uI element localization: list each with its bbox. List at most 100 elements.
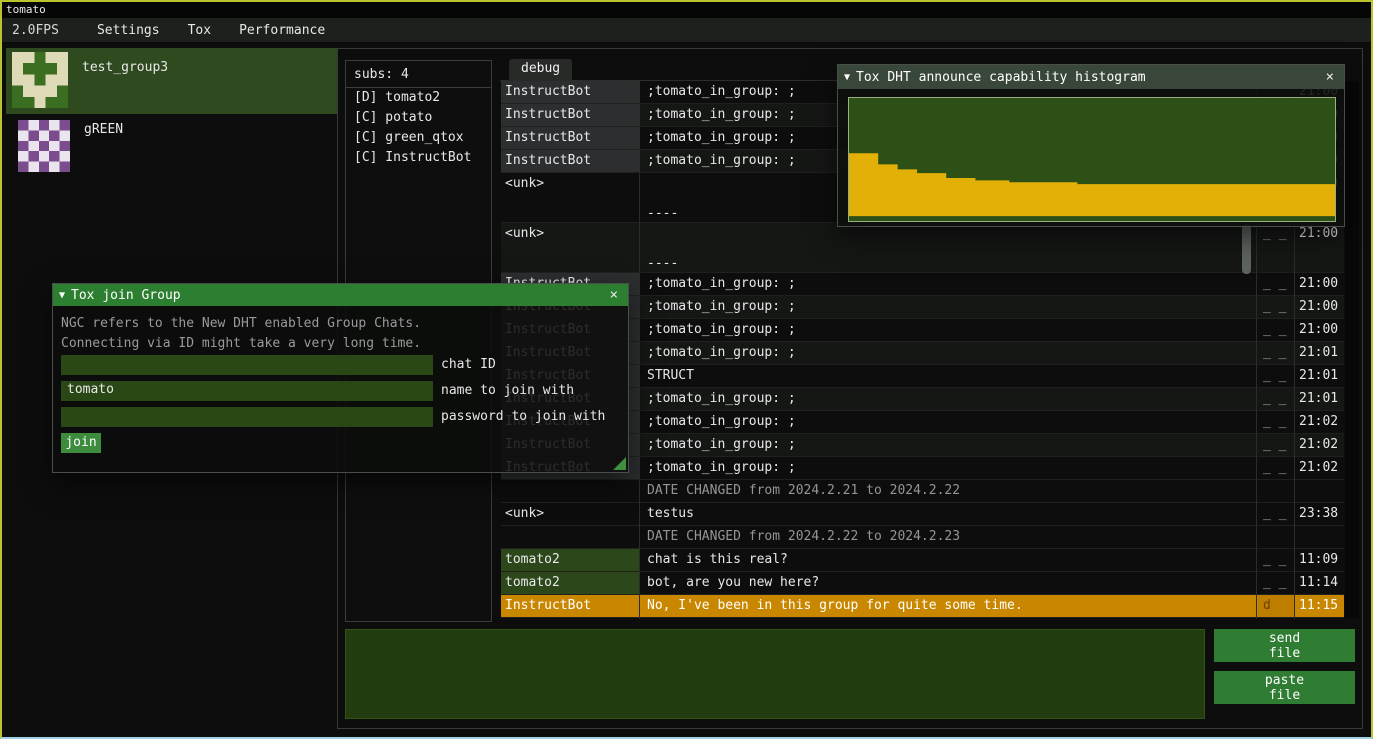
app-window: tomato 2.0FPS Settings Tox Performance t… (0, 0, 1373, 739)
message-time: 23:38 (1296, 503, 1344, 525)
system-row: DATE CHANGED from 2024.2.22 to 2024.2.23 (501, 526, 1344, 549)
message-author: InstructBot (501, 595, 639, 617)
table-row[interactable]: tomato2 chat is this real? _ _ 11:09 (501, 549, 1344, 572)
message-text: ;tomato_in_group: ; (643, 273, 1254, 295)
members-header: subs: 4 (346, 61, 491, 88)
send-file-button[interactable]: send file (1214, 629, 1355, 662)
message-text: bot, are you new here? (643, 572, 1254, 594)
column-divider (639, 81, 640, 619)
message-text: ;tomato_in_group: ; (643, 457, 1254, 479)
group-name: test_group3 (82, 60, 168, 75)
group-avatar-icon (18, 120, 70, 172)
message-text: ;tomato_in_group: ; (643, 296, 1254, 318)
message-flags: _ _ (1258, 572, 1294, 594)
message-flags: _ _ (1258, 503, 1294, 525)
table-row[interactable]: tomato2 bot, are you new here? _ _ 11:14 (501, 572, 1344, 595)
message-text: ;tomato_in_group: ; (643, 411, 1254, 433)
message-text: ;tomato_in_group: ; (643, 434, 1254, 456)
message-time: 21:00 (1296, 273, 1344, 295)
sidebar-item-green[interactable]: gREEN (6, 116, 338, 176)
histogram-chart (849, 98, 1335, 221)
message-author: <unk> (501, 223, 639, 272)
message-author: <unk> (501, 503, 639, 525)
menubar: 2.0FPS Settings Tox Performance (2, 18, 1371, 43)
group-name: gREEN (84, 122, 123, 137)
chat-scrollbar-track[interactable] (1345, 81, 1359, 619)
histogram-area-shape (849, 153, 1335, 216)
join-button[interactable]: join (61, 433, 101, 453)
message-flags: _ _ (1258, 342, 1294, 364)
message-text: STRUCT (643, 365, 1254, 387)
join-name-input[interactable]: tomato (61, 381, 433, 401)
chat-scrollbar-thumb[interactable] (1242, 224, 1251, 274)
paste-file-button[interactable]: paste file (1214, 671, 1355, 704)
join-password-input[interactable] (61, 407, 433, 427)
fps-indicator: 2.0FPS (12, 23, 59, 38)
message-time: 21:01 (1296, 365, 1344, 387)
system-message: DATE CHANGED from 2024.2.21 to 2024.2.22 (643, 480, 1254, 502)
member-item[interactable]: [D] tomato2 (346, 88, 491, 108)
message-flags: _ _ (1258, 223, 1294, 272)
window-title: Tox DHT announce capability histogram (856, 70, 1146, 85)
menu-performance[interactable]: Performance (225, 20, 339, 41)
message-text: testus (643, 503, 1254, 525)
collapse-arrow-icon[interactable]: ▼ (844, 72, 850, 83)
message-text: No, I've been in this group for quite so… (643, 595, 1254, 617)
group-avatar-icon (12, 52, 68, 108)
message-flags: _ _ (1258, 549, 1294, 571)
join-name-label: name to join with (441, 383, 574, 398)
close-icon[interactable]: × (606, 287, 622, 303)
message-time: 21:02 (1296, 434, 1344, 456)
message-author: tomato2 (501, 549, 639, 571)
message-text: ----;tomato_in_group: ;---- (643, 223, 1254, 272)
message-author: InstructBot (501, 150, 639, 172)
message-time: 21:00 (1296, 223, 1344, 272)
message-flags: _ _ (1258, 434, 1294, 456)
collapse-arrow-icon[interactable]: ▼ (59, 290, 65, 301)
table-row-highlighted[interactable]: InstructBot No, I've been in this group … (501, 595, 1344, 618)
menu-tox[interactable]: Tox (174, 20, 225, 41)
message-flags: _ _ (1258, 388, 1294, 410)
join-group-titlebar[interactable]: ▼ Tox join Group × (53, 284, 628, 306)
message-flags: _ _ (1258, 273, 1294, 295)
table-row[interactable]: <unk> testus _ _ 23:38 (501, 503, 1344, 526)
window-title: Tox join Group (71, 288, 181, 303)
message-author: InstructBot (501, 81, 639, 103)
member-item[interactable]: [C] InstructBot (346, 148, 491, 168)
member-item[interactable]: [C] green_qtox (346, 128, 491, 148)
sidebar-item-test-group3[interactable]: test_group3 (6, 48, 338, 114)
message-flags: _ _ (1258, 365, 1294, 387)
message-time: 11:14 (1296, 572, 1344, 594)
message-time: 11:09 (1296, 549, 1344, 571)
message-text: ;tomato_in_group: ; (643, 319, 1254, 341)
message-flags: _ _ (1258, 411, 1294, 433)
table-row[interactable]: <unk> ----;tomato_in_group: ;---- _ _ 21… (501, 223, 1344, 273)
message-flags: _ _ (1258, 457, 1294, 479)
message-time: 21:01 (1296, 388, 1344, 410)
join-password-label: password to join with (441, 409, 605, 424)
os-window-title: tomato (2, 2, 1371, 18)
join-group-window: ▼ Tox join Group × NGC refers to the New… (52, 283, 629, 473)
member-item[interactable]: [C] potato (346, 108, 491, 128)
join-info-line: NGC refers to the New DHT enabled Group … (61, 316, 421, 331)
message-time: 21:00 (1296, 296, 1344, 318)
join-info-line: Connecting via ID might take a very long… (61, 336, 421, 351)
message-time: 21:01 (1296, 342, 1344, 364)
histogram-plot (848, 97, 1336, 222)
resize-grip[interactable] (613, 457, 626, 470)
chat-id-input[interactable] (61, 355, 433, 375)
message-text: chat is this real? (643, 549, 1254, 571)
menu-settings[interactable]: Settings (83, 20, 174, 41)
message-author: <unk> (501, 173, 639, 222)
message-time: 21:02 (1296, 411, 1344, 433)
message-flags: _ _ (1258, 319, 1294, 341)
message-input[interactable] (345, 629, 1205, 719)
histogram-titlebar[interactable]: ▼ Tox DHT announce capability histogram … (838, 65, 1344, 89)
chat-id-label: chat ID (441, 357, 496, 372)
tab-debug[interactable]: debug (509, 59, 572, 81)
message-author: tomato2 (501, 572, 639, 594)
message-author: InstructBot (501, 104, 639, 126)
system-message: DATE CHANGED from 2024.2.22 to 2024.2.23 (643, 526, 1254, 548)
close-icon[interactable]: × (1322, 69, 1338, 85)
system-row: DATE CHANGED from 2024.2.21 to 2024.2.22 (501, 480, 1344, 503)
